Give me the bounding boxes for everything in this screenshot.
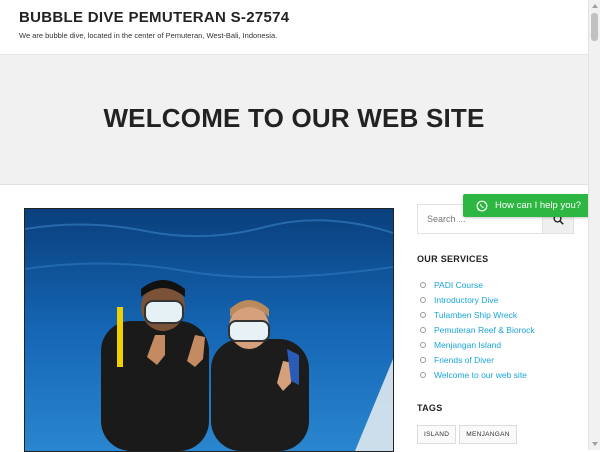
scroll-up-arrow-icon[interactable] xyxy=(592,4,598,8)
page-scrollbar[interactable] xyxy=(588,0,600,450)
chat-label: How can I help you? xyxy=(495,200,582,211)
scroll-down-arrow-icon[interactable] xyxy=(592,442,598,446)
tag-cloud: ISLAND MENJANGAN xyxy=(417,425,517,444)
service-link-label: Menjangan Island xyxy=(434,339,502,350)
service-link-welcome[interactable]: Welcome to our web site xyxy=(420,367,535,382)
bullet xyxy=(420,296,426,303)
service-link-introductory-dive[interactable]: Introductory Dive xyxy=(420,292,535,307)
service-link-label: Tulamben Ship Wreck xyxy=(434,309,518,320)
service-link-friends-of-diver[interactable]: Friends of Diver xyxy=(420,352,535,367)
bullet xyxy=(420,371,426,378)
whatsapp-chat-button[interactable]: How can I help you? xyxy=(463,194,591,217)
service-link-label: Friends of Diver xyxy=(434,354,494,365)
service-link-label: Welcome to our web site xyxy=(434,369,527,380)
tags-heading: TAGS xyxy=(417,403,443,413)
site-tagline: We are bubble dive, located in the cente… xyxy=(19,31,278,40)
site-title[interactable]: BUBBLE DIVE PEMUTERAN S-27574 xyxy=(19,9,289,26)
bullet xyxy=(420,341,426,348)
service-link-label: Introductory Dive xyxy=(434,294,499,305)
hero-banner: WELCOME TO OUR WEB SITE xyxy=(0,55,588,185)
bullet xyxy=(420,326,426,333)
bullet xyxy=(420,356,426,363)
tag-menjangan[interactable]: MENJANGAN xyxy=(459,425,517,444)
scrollbar-thumb[interactable] xyxy=(591,13,598,41)
service-link-label: Pemuteran Reef & Biorock xyxy=(434,324,535,335)
service-link-menjangan-island[interactable]: Menjangan Island xyxy=(420,337,535,352)
page-title: WELCOME TO OUR WEB SITE xyxy=(103,103,485,133)
service-link-label: PADI Course xyxy=(434,279,483,290)
service-link-tulamben-ship-wreck[interactable]: Tulamben Ship Wreck xyxy=(420,307,535,322)
bullet xyxy=(420,311,426,318)
services-list: PADI Course Introductory Dive Tulamben S… xyxy=(420,277,535,382)
services-heading: OUR SERVICES xyxy=(417,254,489,264)
divers-photo xyxy=(24,208,394,452)
service-link-padi-course[interactable]: PADI Course xyxy=(420,277,535,292)
service-link-pemuteran-reef[interactable]: Pemuteran Reef & Biorock xyxy=(420,322,535,337)
site-header: BUBBLE DIVE PEMUTERAN S-27574 We are bub… xyxy=(0,0,588,55)
bullet xyxy=(420,281,426,288)
whatsapp-icon xyxy=(476,200,488,212)
tag-island[interactable]: ISLAND xyxy=(417,425,457,444)
